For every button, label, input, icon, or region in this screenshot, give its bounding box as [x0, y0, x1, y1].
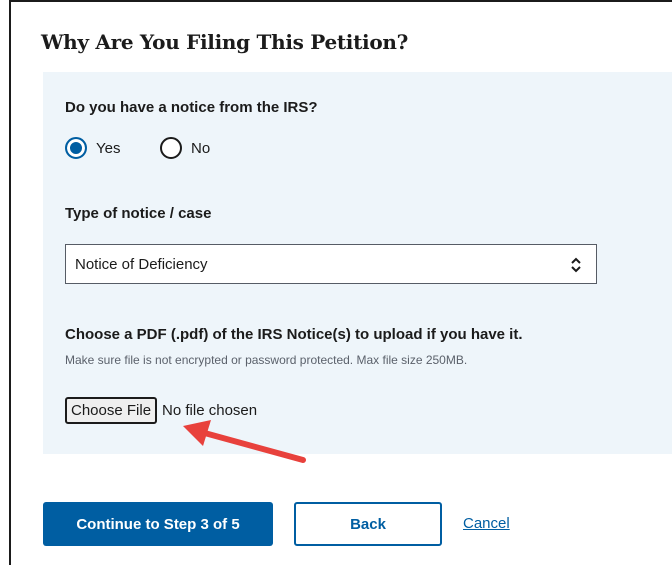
notice-type-label: Type of notice / case — [65, 205, 212, 222]
radio-no[interactable]: No — [160, 137, 210, 159]
back-button[interactable]: Back — [294, 502, 442, 546]
radio-no-label[interactable]: No — [191, 140, 210, 157]
radio-yes-label[interactable]: Yes — [96, 140, 120, 157]
choose-file-button[interactable]: Choose File — [65, 397, 158, 424]
form-panel: Do you have a notice from the IRS? Yes N… — [43, 72, 672, 454]
radio-no-control[interactable] — [160, 137, 182, 159]
upload-hint: Make sure file is not encrypted or passw… — [65, 353, 468, 367]
chevron-up-down-icon — [571, 257, 581, 273]
continue-button[interactable]: Continue to Step 3 of 5 — [43, 502, 273, 546]
notice-type-value: Notice of Deficiency — [75, 255, 208, 273]
section-title: Why Are You Filing This Petition? — [41, 30, 409, 54]
radio-yes[interactable]: Yes — [65, 137, 120, 159]
red-arrow-annotation — [183, 420, 306, 463]
cancel-link[interactable]: Cancel — [463, 515, 510, 532]
notice-question-label: Do you have a notice from the IRS? — [65, 99, 318, 116]
petition-card: Why Are You Filing This Petition? Do you… — [9, 0, 672, 565]
notice-type-select[interactable]: Notice of Deficiency — [65, 244, 597, 284]
upload-label: Choose a PDF (.pdf) of the IRS Notice(s)… — [65, 326, 523, 343]
radio-yes-control[interactable] — [65, 137, 87, 159]
